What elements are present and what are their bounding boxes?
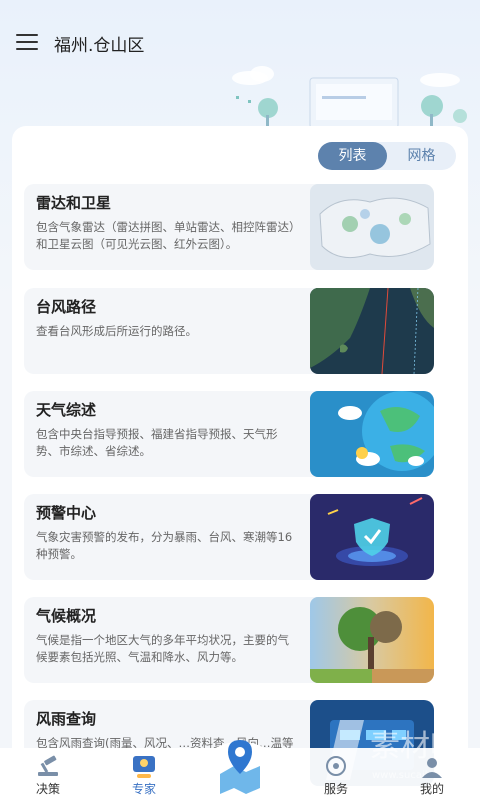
grid-view-tab[interactable]: 网格 [387,142,456,170]
card-title: 雷达和卫星 [36,194,112,212]
nav-label: 决策 [35,782,60,796]
card-desc: 气候是指一个地区大气的多年平均状况，主要的气候要素包括光照、气温和降水、风力等。 [36,633,289,664]
shield-warning-thumbnail [310,494,434,580]
card-desc: 气象灾害预警的发布，分为暴雨、台风、寒潮等16种预警。 [36,530,293,561]
location-map-icon [200,740,280,798]
nav-label: 专家 [131,782,156,796]
card-typhoon-path[interactable]: 台风路径 查看台风形成后所运行的路径。 [24,288,434,374]
globe-weather-thumbnail [310,391,434,477]
user-icon [422,758,442,778]
card-desc: 查看台风形成后所运行的路径。 [36,324,197,338]
climate-tree-thumbnail [310,597,434,683]
card-desc: 包含中央台指导预报、福建省指导预报、天气形势、市综述、省综述。 [36,427,278,458]
card-climate-overview[interactable]: 气候概况 气候是指一个地区大气的多年平均状况，主要的气候要素包括光照、气温和降水… [24,597,434,683]
card-title: 台风路径 [36,298,97,316]
center-map-button[interactable] [198,730,282,800]
radar-map-thumbnail [310,184,434,270]
view-toggle: 列表 网格 [318,142,456,170]
bottom-navigation: 决策 专家 服务 我的 [0,740,480,800]
card-weather-overview[interactable]: 天气综述 包含中央台指导预报、福建省指导预报、天气形势、市综述、省综述。 [24,391,434,477]
city-title[interactable]: 福州.仓山区 [54,31,144,56]
service-icon [326,756,346,776]
menu-icon[interactable] [16,34,38,50]
typhoon-map-thumbnail [310,288,434,374]
card-title: 天气综述 [36,401,97,419]
list-view-tab[interactable]: 列表 [318,142,387,170]
nav-label: 我的 [419,782,444,796]
nav-service[interactable]: 服务 [288,748,384,800]
nav-mine[interactable]: 我的 [384,748,480,800]
nav-expert[interactable]: 专家 [96,748,192,800]
card-radar-satellite[interactable]: 雷达和卫星 包含气象雷达（雷达拼图、单站雷达、相控阵雷达）和卫星云图（可见光云图… [24,184,434,270]
card-desc: 包含气象雷达（雷达拼图、单站雷达、相控阵雷达）和卫星云图（可见光云图、红外云图）… [36,220,295,251]
card-title: 风雨查询 [36,710,97,728]
card-title: 预警中心 [36,504,97,522]
expert-icon [133,756,155,778]
nav-label: 服务 [323,782,348,796]
nav-decision[interactable]: 决策 [0,748,96,800]
card-title: 气候概况 [36,607,97,625]
gavel-icon [38,755,58,776]
card-warning-center[interactable]: 预警中心 气象灾害预警的发布，分为暴雨、台风、寒潮等16种预警。 [24,494,434,580]
